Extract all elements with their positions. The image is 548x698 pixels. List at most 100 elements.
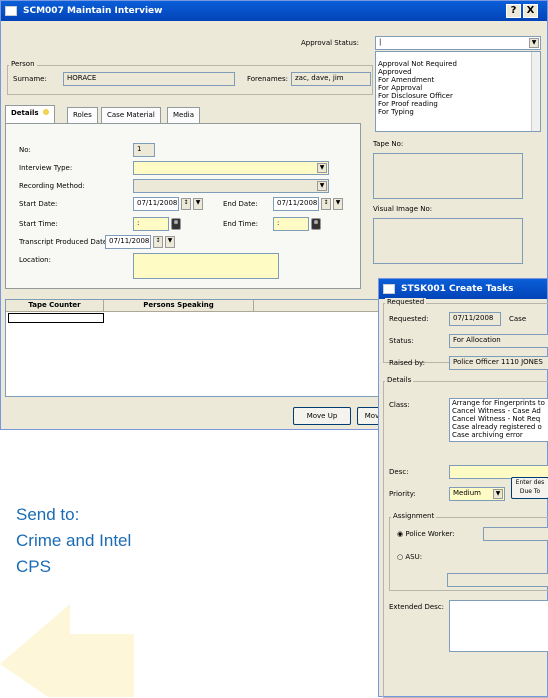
end-date-field[interactable]: 07/11/2008 [273,197,319,211]
arrow-left-icon [0,604,134,697]
help-button[interactable]: ? [506,4,521,18]
tab-case-material[interactable]: Case Material [101,107,161,123]
button-label: Enter des [515,479,545,486]
location-field[interactable] [133,253,279,279]
surname-label: Surname: [13,75,47,83]
approval-status-list[interactable]: Approval Not Required Approved For Amend… [375,51,541,132]
no-label: No: [19,146,31,154]
surname-field[interactable]: HORACE [63,72,235,86]
radio-label: Police Worker: [405,530,455,538]
forenames-label: Forenames: [247,75,288,83]
status-label: Status: [389,337,414,345]
send-to-cps: CPS [16,557,51,576]
move-up-button[interactable]: Move Up [293,407,351,425]
raised-by-label: Raised by: [389,359,426,367]
priority-select[interactable]: Medium ▼ [449,487,505,501]
extended-desc-label: Extended Desc: [389,603,445,611]
list-item[interactable]: Approval Not Required [376,60,540,68]
recording-method-label: Recording Method: [19,182,85,190]
send-to-crime-intel: Crime and Intel [16,531,132,550]
tab-roles[interactable]: Roles [67,107,98,123]
column-header-tape-counter[interactable]: Tape Counter [6,300,104,312]
end-date-spinner[interactable]: ↕ [321,198,331,210]
list-item[interactable]: Case archiving error [450,431,548,439]
extended-desc-field[interactable] [449,600,548,652]
chevron-down-icon[interactable]: ▼ [529,38,539,48]
close-button[interactable]: X [523,4,538,18]
chevron-down-icon[interactable]: ▼ [333,198,343,210]
chevron-down-icon[interactable]: ▼ [317,181,327,191]
forenames-field[interactable]: zac, dave, jim [291,72,371,86]
visual-image-field[interactable] [373,218,523,264]
requested-label: Requested: [389,315,429,323]
list-item[interactable]: Approved [376,68,540,76]
titlebar: SCM007 Maintain Interview ? X [1,1,547,21]
start-time-label: Start Time: [19,220,58,228]
details-group-label: Details [385,376,414,384]
police-worker-radio[interactable]: ◉ Police Worker: [397,530,455,538]
list-item[interactable]: Cancel Witness - Case Ad [450,407,548,415]
approval-status-value: | [379,38,382,46]
window-title: STSK001 Create Tasks [401,284,514,294]
flag-icon [43,109,50,115]
list-item[interactable]: Case already registered o [450,423,548,431]
list-item[interactable]: For Typing [376,108,540,116]
case-label: Case [509,315,527,323]
no-field[interactable]: 1 [133,143,155,157]
chevron-down-icon[interactable]: ▼ [317,163,327,173]
asu-field[interactable] [447,573,548,587]
requested-group-label: Requested [385,298,427,306]
column-header-persons-speaking[interactable]: Persons Speaking [104,300,254,312]
start-date-label: Start Date: [19,200,58,208]
priority-label: Priority: [389,490,416,498]
class-list[interactable]: Arrange for Fingerprints to Cancel Witne… [449,398,548,442]
button-label: Due To [519,488,541,495]
priority-value: Medium [453,489,481,497]
police-worker-field[interactable] [483,527,548,541]
list-item[interactable]: For Disclosure Officer [376,92,540,100]
transcript-date-field[interactable]: 07/11/2008 [105,235,151,249]
app-icon [5,6,17,16]
asu-radio[interactable]: ○ ASU: [397,553,422,561]
approval-status-label: Approval Status: [301,39,359,47]
desc-label: Desc: [389,468,409,476]
list-item[interactable]: For Approval [376,84,540,92]
send-to-heading: Send to: [16,505,80,524]
chevron-down-icon[interactable]: ▼ [193,198,203,210]
send-to-note: Send to: Crime and Intel CPS [16,502,131,580]
person-group-label: Person [9,60,37,68]
list-item[interactable]: For Proof reading [376,100,540,108]
tab-media[interactable]: Media [167,107,201,123]
create-tasks-window: STSK001 Create Tasks Requested Requested… [378,278,548,698]
requested-field[interactable]: 07/11/2008 [449,312,501,326]
end-date-label: End Date: [223,200,258,208]
list-item[interactable]: Cancel Witness - Not Req [450,415,548,423]
enter-desc-button[interactable]: Enter des Due To [511,477,548,499]
transcript-date-spinner[interactable]: ↕ [153,236,163,248]
tab-label: Details [11,109,39,117]
clock-icon[interactable]: ⊗ [311,218,321,230]
end-time-field[interactable]: : [273,217,309,231]
titlebar: STSK001 Create Tasks [379,279,547,299]
approval-status-select[interactable]: | ▼ [375,36,541,50]
list-item[interactable]: Arrange for Fingerprints to [450,399,548,407]
chevron-down-icon[interactable]: ▼ [493,489,503,499]
location-label: Location: [19,256,51,264]
assignment-group-label: Assignment [391,512,437,520]
interview-type-select[interactable]: ▼ [133,161,329,175]
chevron-down-icon[interactable]: ▼ [165,236,175,248]
start-date-field[interactable]: 07/11/2008 [133,197,179,211]
class-label: Class: [389,401,410,409]
status-field[interactable]: For Allocation [449,334,548,348]
end-time-label: End Time: [223,220,259,228]
raised-by-field[interactable]: Police Officer 1110 JONES [449,356,548,370]
list-item[interactable]: For Amendment [376,76,540,84]
table-row[interactable] [8,313,104,323]
clock-icon[interactable]: ⊗ [171,218,181,230]
tape-no-field[interactable] [373,153,523,199]
tab-details[interactable]: Details [5,105,56,123]
start-date-spinner[interactable]: ↕ [181,198,191,210]
scrollbar[interactable] [531,52,540,131]
recording-method-select[interactable]: ▼ [133,179,329,193]
start-time-field[interactable]: : [133,217,169,231]
